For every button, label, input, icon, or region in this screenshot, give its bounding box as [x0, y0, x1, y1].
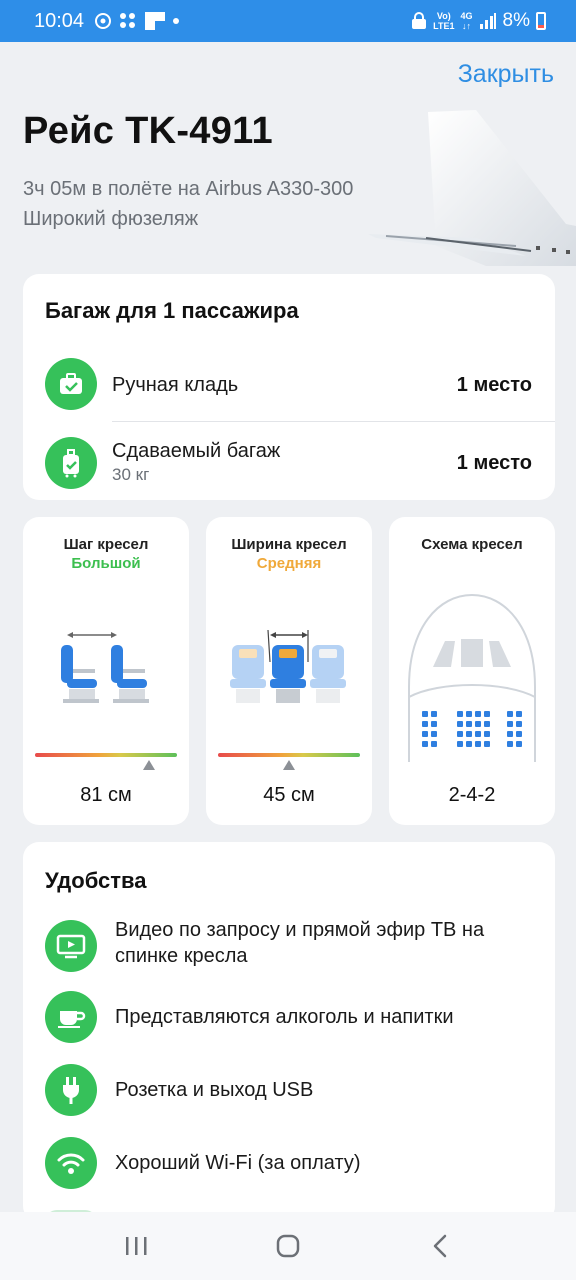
seat-icon [270, 645, 306, 703]
seat-icon [61, 645, 99, 703]
seat-map-seat [516, 711, 522, 717]
battery-percent: 8% [502, 10, 530, 31]
amenity-label: Хороший Wi-Fi (за оплату) [115, 1152, 361, 1174]
power-plug-icon [45, 1064, 97, 1116]
seat-width-value: 45 см [263, 784, 315, 806]
amenities-title: Удобства [45, 868, 147, 893]
seat-map-seat [475, 721, 481, 727]
flight-duration-aircraft: 3ч 05м в полёте на Airbus A330-300 [23, 178, 354, 200]
seat-map-seat [484, 721, 490, 727]
checked-luggage-icon [45, 437, 97, 489]
seat-map-seat [507, 741, 513, 747]
notification-icons [94, 11, 180, 31]
bag-row-checked: Сдаваемый багаж 30 кг 1 место [23, 424, 555, 504]
bag-label: Сдаваемый багаж [112, 440, 281, 462]
gallery-icon [145, 12, 166, 30]
seat-map-seat [422, 721, 428, 727]
tv-icon [45, 920, 97, 972]
amenity-label: Розетка и выход USB [115, 1079, 314, 1101]
seat-map-illustration [408, 593, 536, 762]
status-bar: 10:04 Vo) LTE1 4G ↓↑ 8% [0, 0, 576, 42]
bag-row-carry-on: Ручная кладь 1 место [23, 344, 555, 424]
seat-pitch-value: 81 см [80, 784, 132, 806]
amenity-label: Видео по запросу и прямой эфир ТВ на спи… [115, 919, 485, 967]
seat-map-seat [475, 731, 481, 737]
seat-map-seat [507, 711, 513, 717]
seat-icon [111, 645, 149, 703]
seat-map-seat [484, 741, 490, 747]
seat-map-seat [431, 721, 437, 727]
seat-map-seat [431, 741, 437, 747]
seat-map-seat [431, 731, 437, 737]
seat-pitch-illustration [61, 632, 149, 703]
seat-map-seat [422, 711, 428, 717]
seat-map-seat [431, 711, 437, 717]
seat-grid [422, 711, 522, 747]
bag-label: Ручная кладь [112, 374, 239, 396]
clock: 10:04 [34, 9, 85, 32]
seat-map-seat [422, 731, 428, 737]
amenities-card: Удобства Видео по запросу и прямой эфир … [23, 842, 555, 1222]
signal-icon [479, 13, 496, 29]
seat-map-seat [484, 711, 490, 717]
seat-layout-value: 2-4-2 [448, 784, 496, 806]
bag-weight: 30 кг [112, 465, 150, 484]
seat-map-seat [457, 731, 463, 737]
seat-map-seat [457, 721, 463, 727]
seat-width-marker [283, 760, 295, 770]
back-button[interactable] [410, 1226, 470, 1266]
seat-map-seat [516, 731, 522, 737]
seat-map-seat [507, 731, 513, 737]
seat-icon [310, 645, 346, 703]
wifi-icon [45, 1137, 97, 1189]
home-button[interactable] [258, 1226, 318, 1266]
home-icon [276, 1234, 300, 1258]
baggage-card: Багаж для 1 пассажира Ручная кладь 1 мес… [23, 274, 555, 500]
amenity-label: Представляются алкоголь и напитки [115, 1006, 454, 1028]
page-title: Рейс TK-4911 [23, 110, 273, 152]
seat-map-seat [475, 741, 481, 747]
seat-map-seat [466, 741, 472, 747]
network-type: 4G ↓↑ [460, 11, 473, 31]
seat-pitch-card[interactable]: Шаг кресел Большой 81 см [23, 517, 189, 825]
seat-pitch-marker [142, 760, 155, 770]
apps-icon [120, 13, 136, 28]
divider [112, 421, 555, 422]
airplane-tail-illustration [368, 110, 576, 266]
seat-map-seat [516, 741, 522, 747]
seat-map-seat [466, 711, 472, 717]
back-icon [433, 1234, 447, 1258]
seat-width-scale [218, 753, 360, 757]
seat-map-seat [466, 731, 472, 737]
seat-map-seat [475, 711, 481, 717]
seat-width-illustration [230, 629, 346, 703]
seat-map-seat [466, 721, 472, 727]
fuselage-type: Широкий фюзеляж [23, 208, 199, 230]
battery-icon [536, 12, 546, 30]
seat-map-seat [457, 741, 463, 747]
lock-icon [412, 12, 427, 29]
seat-pitch-scale [35, 753, 177, 757]
close-button[interactable]: Закрыть [458, 60, 554, 89]
baggage-title: Багаж для 1 пассажира [45, 298, 299, 323]
recent-apps-icon [126, 1237, 147, 1255]
seat-map-card[interactable]: Схема кресел 2-4-2 [389, 517, 555, 825]
seat-map-seat [484, 731, 490, 737]
flight-subtitle: 3ч 05м в полёте на Airbus A330-300 Широк… [23, 174, 353, 234]
seat-map-seat [422, 741, 428, 747]
seat-map-seat [457, 711, 463, 717]
seat-width-card[interactable]: Ширина кресел Средняя 45 см [206, 517, 372, 825]
system-nav-bar [0, 1212, 576, 1280]
seat-map-seat [507, 721, 513, 727]
dot-icon [173, 18, 180, 24]
sync-icon [95, 13, 112, 29]
bag-value: 1 место [456, 452, 532, 474]
cup-icon [45, 991, 97, 1043]
bag-value: 1 место [456, 374, 532, 396]
volte-indicator: Vo) LTE1 [433, 11, 455, 31]
recent-apps-button[interactable] [106, 1226, 166, 1266]
seat-icon [230, 645, 266, 703]
carry-on-bag-icon [45, 358, 97, 410]
seat-map-seat [516, 721, 522, 727]
